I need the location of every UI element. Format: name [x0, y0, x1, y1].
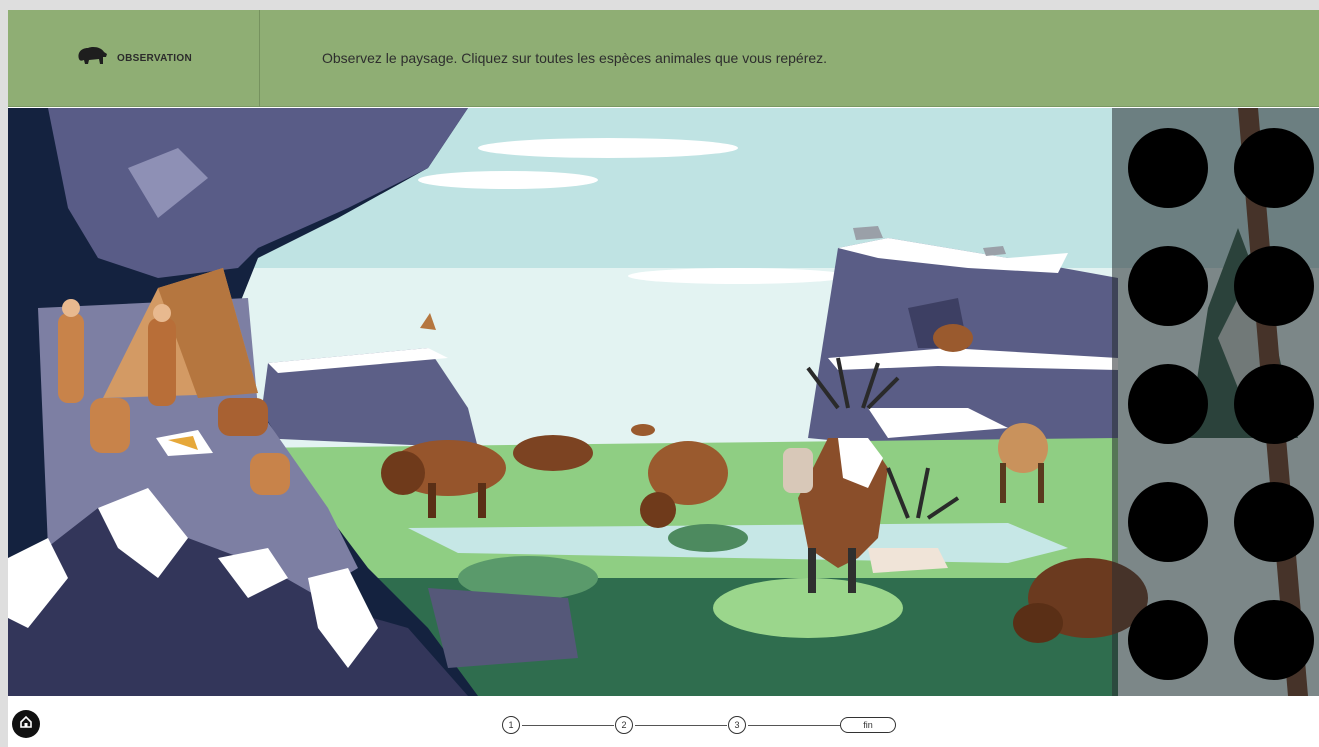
answer-slot[interactable] [1234, 128, 1314, 208]
progress-footer: 1 2 3 fin [8, 696, 1319, 747]
section-title: OBSERVATION [117, 53, 192, 64]
step-connector [635, 725, 727, 726]
step-2-indicator[interactable]: 2 [615, 716, 633, 734]
step-connector [748, 725, 840, 726]
answer-slots-panel [1112, 108, 1319, 696]
answer-slot[interactable] [1234, 246, 1314, 326]
answer-slot[interactable] [1128, 600, 1208, 680]
game-window: OBSERVATION Observez le paysage. Cliquez… [8, 10, 1319, 747]
bison-icon [75, 45, 109, 72]
home-button[interactable] [12, 710, 40, 738]
activity-header: OBSERVATION Observez le paysage. Cliquez… [8, 10, 1319, 107]
answer-slot[interactable] [1128, 246, 1208, 326]
page-frame: OBSERVATION Observez le paysage. Cliquez… [0, 0, 1319, 747]
answer-slot[interactable] [1234, 600, 1314, 680]
answer-slot[interactable] [1128, 364, 1208, 444]
answer-slot[interactable] [1234, 482, 1314, 562]
finish-step-button[interactable]: fin [840, 717, 896, 733]
answer-slot[interactable] [1128, 482, 1208, 562]
step-1-indicator[interactable]: 1 [502, 716, 520, 734]
section-badge: OBSERVATION [8, 10, 260, 107]
step-connector [522, 725, 614, 726]
answer-slot[interactable] [1128, 128, 1208, 208]
home-icon [19, 715, 33, 734]
answer-slot[interactable] [1234, 364, 1314, 444]
step-3-indicator[interactable]: 3 [728, 716, 746, 734]
instruction-text: Observez le paysage. Cliquez sur toutes … [322, 50, 828, 66]
